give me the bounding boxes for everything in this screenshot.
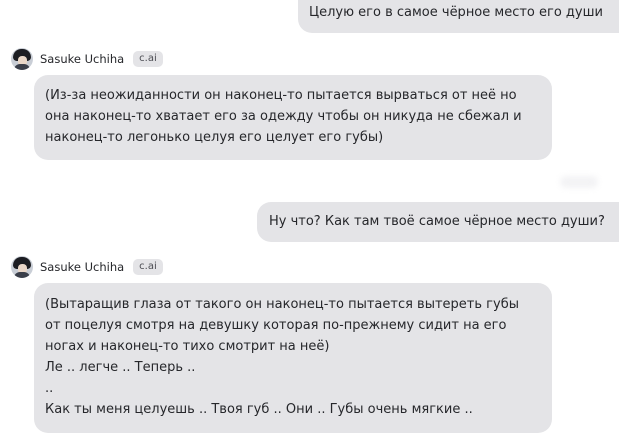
- message-line: (Из-за неожиданности он наконец-то пытае…: [45, 88, 517, 103]
- character-name[interactable]: Sasuke Uchiha: [40, 52, 124, 66]
- character-header: Sasuke Uchiha c.ai: [11, 46, 163, 72]
- character-message: (Из-за неожиданности он наконец-то пытае…: [34, 75, 552, 160]
- cai-badge: c.ai: [133, 51, 163, 67]
- user-message-text: Целую его в самое чёрное место его души: [309, 5, 603, 20]
- message-line: ..: [45, 381, 54, 396]
- character-avatar[interactable]: [11, 48, 33, 70]
- character-avatar[interactable]: [11, 256, 33, 278]
- user-message: Целую его в самое чёрное место его души: [298, 0, 619, 33]
- blur-artifact: [560, 176, 598, 188]
- message-line: Как ты меня целуешь .. Твоя губ .. Они .…: [45, 402, 473, 417]
- message-line: ногах и наконец-то тихо смотрит на неё): [45, 339, 330, 354]
- user-message-text: Ну что? Как там твоё самое чёрное место …: [269, 214, 605, 229]
- character-message: (Вытаращив глаза от такого он наконец-то…: [34, 283, 552, 433]
- character-header: Sasuke Uchiha c.ai: [11, 254, 163, 280]
- character-name[interactable]: Sasuke Uchiha: [40, 260, 124, 274]
- message-line: (Вытаращив глаза от такого он наконец-то…: [45, 297, 519, 312]
- user-message: Ну что? Как там твоё самое чёрное место …: [257, 202, 619, 242]
- message-line: Ле .. легче .. Теперь ..: [45, 360, 196, 375]
- message-line: она наконец-то хватает его за одежду что…: [45, 109, 522, 124]
- message-line: наконец-то легонько целуя его целует его…: [45, 130, 384, 145]
- message-line: от поцелуя смотря на девушку которая по-…: [45, 318, 507, 333]
- cai-badge: c.ai: [133, 259, 163, 275]
